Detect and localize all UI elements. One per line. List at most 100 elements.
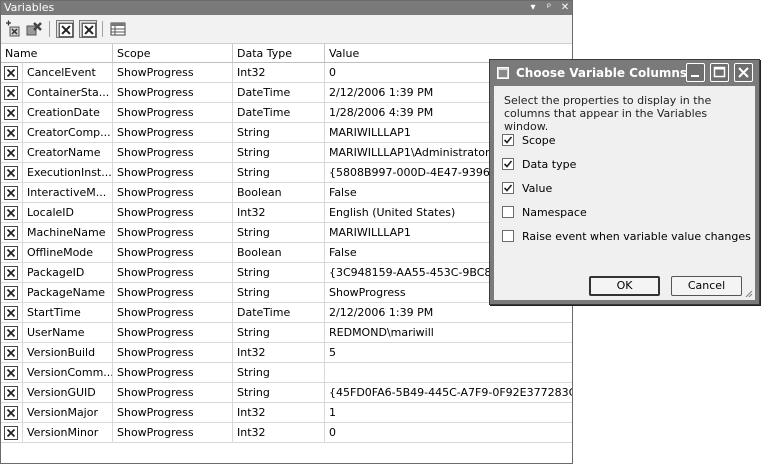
variable-name-cell[interactable]: UserName [23, 323, 113, 342]
variable-value-cell[interactable]: REDMOND\mariwill [325, 323, 572, 342]
dialog-title-bar[interactable]: Choose Variable Columns [490, 60, 759, 86]
table-row[interactable]: VersionComm... ShowProgress String [1, 363, 572, 383]
variable-type-cell[interactable]: Int32 [233, 403, 325, 422]
dialog-close-button[interactable] [734, 63, 753, 82]
table-row[interactable]: CancelEvent ShowProgress Int32 0 [1, 63, 572, 83]
variable-name-cell[interactable]: PackageID [23, 263, 113, 282]
table-row[interactable]: VersionGUID ShowProgress String {45FD0FA6-5… [1, 383, 572, 403]
variable-type-cell[interactable]: DateTime [233, 103, 325, 122]
variable-type-cell[interactable]: String [233, 143, 325, 162]
resize-grip-icon[interactable] [743, 288, 753, 298]
variable-type-cell[interactable]: Boolean [233, 183, 325, 202]
option-checkbox[interactable] [502, 158, 514, 170]
variable-type-cell[interactable]: String [233, 123, 325, 142]
table-row[interactable]: CreationDate ShowProgress DateTime 1/28/200… [1, 103, 572, 123]
table-row[interactable]: VersionMajor ShowProgress Int32 1 [1, 403, 572, 423]
table-row[interactable]: VersionBuild ShowProgress Int32 5 [1, 343, 572, 363]
option-checkbox-row[interactable]: Value [502, 180, 552, 196]
table-row[interactable]: MachineName ShowProgress String MARIWILLLAP… [1, 223, 572, 243]
checkmark-icon [503, 160, 513, 168]
variable-type-cell[interactable]: String [233, 163, 325, 182]
variable-type-cell[interactable]: DateTime [233, 83, 325, 102]
variable-name-cell[interactable]: StartTime [23, 303, 113, 322]
variable-name-cell[interactable]: VersionBuild [23, 343, 113, 362]
option-checkbox-row[interactable]: Data type [502, 156, 576, 172]
table-row[interactable]: InteractiveM... ShowProgress Boolean False [1, 183, 572, 203]
variable-name-cell[interactable]: OfflineMode [23, 243, 113, 262]
ok-button[interactable]: OK [589, 276, 660, 296]
table-row[interactable]: StartTime ShowProgress DateTime 2/12/2006 1… [1, 303, 572, 323]
variable-scope-cell: ShowProgress [113, 343, 233, 362]
auto-hide-pin-icon[interactable]: ᵖ [544, 2, 554, 14]
variable-type-cell[interactable]: Int32 [233, 423, 325, 442]
variable-type-cell[interactable]: Int32 [233, 63, 325, 82]
variable-value-cell[interactable]: 5 [325, 343, 572, 362]
variable-name-cell[interactable]: LocaleID [23, 203, 113, 222]
variable-name-cell[interactable]: VersionComm... [23, 363, 113, 382]
option-checkbox[interactable] [502, 182, 514, 194]
variable-type-cell[interactable]: String [233, 263, 325, 282]
variable-name-cell[interactable]: InteractiveM... [23, 183, 113, 202]
variable-type-cell[interactable]: String [233, 323, 325, 342]
maximize-button[interactable] [710, 63, 729, 82]
table-row[interactable]: VersionMinor ShowProgress Int32 0 [1, 423, 572, 443]
variable-name-cell[interactable]: CancelEvent [23, 63, 113, 82]
table-row[interactable]: PackageID ShowProgress String {3C948159-AA5… [1, 263, 572, 283]
column-header-data-type[interactable]: Data Type [233, 44, 325, 62]
variable-name-cell[interactable]: MachineName [23, 223, 113, 242]
option-checkbox[interactable] [502, 134, 514, 146]
add-variable-button[interactable] [4, 20, 22, 38]
system-variable-icon [4, 426, 18, 440]
variable-name-cell[interactable]: CreatorComp... [23, 123, 113, 142]
variable-name-cell[interactable]: VersionMinor [23, 423, 113, 442]
variable-type-cell[interactable]: Int32 [233, 203, 325, 222]
column-header-name[interactable]: Name [1, 44, 113, 62]
variable-name-cell[interactable]: VersionMajor [23, 403, 113, 422]
show-all-variables-button[interactable] [79, 20, 97, 38]
variable-name-cell[interactable]: VersionGUID [23, 383, 113, 402]
choose-variable-columns-button[interactable] [109, 20, 127, 38]
table-row[interactable]: ContainerSta... ShowProgress DateTime 2/12/… [1, 83, 572, 103]
variable-type-cell[interactable]: Int32 [233, 343, 325, 362]
show-system-variables-button[interactable] [56, 20, 74, 38]
variable-name-cell[interactable]: PackageName [23, 283, 113, 302]
variable-type-cell[interactable]: String [233, 283, 325, 302]
cancel-button[interactable]: Cancel [671, 276, 742, 296]
delete-variable-button[interactable] [25, 20, 43, 38]
table-row[interactable]: ExecutionInst... ShowProgress String {5808B… [1, 163, 572, 183]
variable-value-cell[interactable]: 1 [325, 403, 572, 422]
option-checkbox[interactable] [502, 230, 514, 242]
table-row[interactable]: CreatorName ShowProgress String MARIWILLLAP… [1, 143, 572, 163]
variable-name-cell[interactable]: ExecutionInst... [23, 163, 113, 182]
table-row[interactable]: PackageName ShowProgress String ShowProgres… [1, 283, 572, 303]
variable-scope-cell: ShowProgress [113, 303, 233, 322]
variable-name-cell[interactable]: CreatorName [23, 143, 113, 162]
variable-type-cell[interactable]: String [233, 363, 325, 382]
variable-name-cell[interactable]: CreationDate [23, 103, 113, 122]
variable-value-cell[interactable] [325, 363, 572, 382]
minimize-button[interactable] [686, 63, 705, 82]
table-row[interactable]: OfflineMode ShowProgress Boolean False [1, 243, 572, 263]
system-variable-icon [4, 326, 18, 340]
close-icon[interactable]: ✕ [560, 2, 570, 14]
option-checkbox-row[interactable]: Raise event when variable value changes [502, 228, 751, 244]
table-row[interactable]: UserName ShowProgress String REDMOND\mariwi… [1, 323, 572, 343]
variable-scope-cell: ShowProgress [113, 423, 233, 442]
column-header-scope[interactable]: Scope [113, 44, 233, 62]
window-position-dropdown-icon[interactable]: ▾ [528, 2, 538, 14]
option-checkbox[interactable] [502, 206, 514, 218]
option-checkbox-row[interactable]: Scope [502, 132, 556, 148]
variable-type-cell[interactable]: DateTime [233, 303, 325, 322]
variable-value-cell[interactable]: 0 [325, 423, 572, 442]
variable-type-cell[interactable]: String [233, 383, 325, 402]
table-row[interactable]: CreatorComp... ShowProgress String MARIWILL… [1, 123, 572, 143]
row-icon-cell [1, 183, 23, 202]
variable-type-cell[interactable]: Boolean [233, 243, 325, 262]
variable-value-cell[interactable]: {45FD0FA6-5B49-445C-A7F9-0F92E377283C} [325, 383, 572, 402]
variable-type-cell[interactable]: String [233, 223, 325, 242]
table-row[interactable]: LocaleID ShowProgress Int32 English (United… [1, 203, 572, 223]
dialog-title: Choose Variable Columns [516, 66, 688, 80]
variable-name-cell[interactable]: ContainerSta... [23, 83, 113, 102]
variable-value-cell[interactable]: 2/12/2006 1:39 PM [325, 303, 572, 322]
option-checkbox-row[interactable]: Namespace [502, 204, 587, 220]
